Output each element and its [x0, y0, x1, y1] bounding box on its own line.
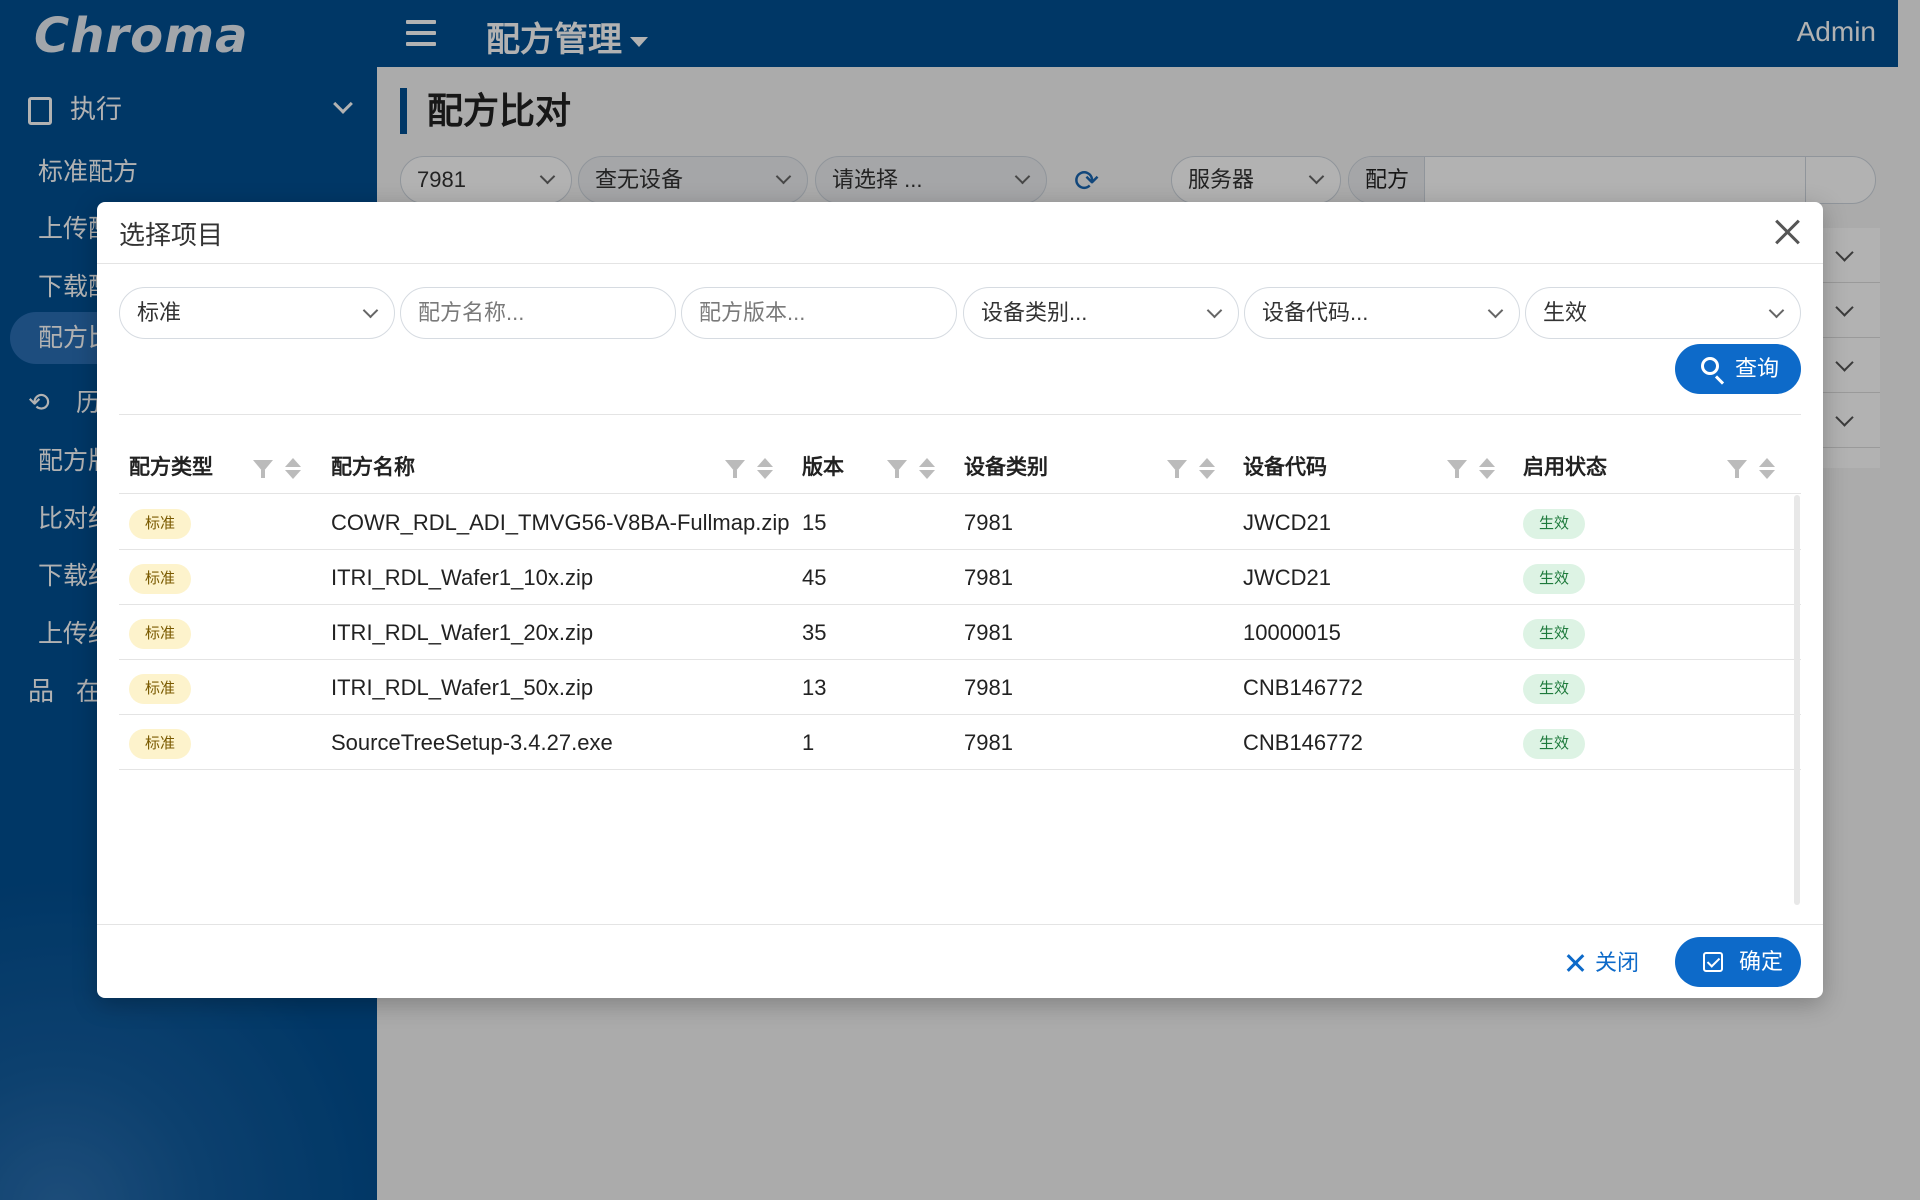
code-cell: CNB146772: [1243, 730, 1363, 755]
column-header-type[interactable]: 配方类型: [129, 442, 213, 494]
version-cell: 1: [802, 730, 815, 755]
filter-sort-icons[interactable]: [1727, 458, 1775, 480]
type-badge: 标准: [129, 619, 192, 650]
category-cell: 7981: [964, 510, 1013, 535]
code-cell: JWCD21: [1243, 510, 1332, 535]
table-row[interactable]: 标准 COWR_RDL_ADI_TMVG56-V8BA-Fullmap.zip …: [119, 495, 1801, 550]
type-badge: 标准: [129, 564, 192, 595]
confirm-button[interactable]: 确定: [1675, 937, 1801, 987]
status-badge: 生效: [1523, 619, 1586, 650]
filter-icon: [1167, 460, 1187, 478]
table-header: 配方类型 配方名称 版本 设备类别 设备代码 启用状态: [119, 442, 1801, 494]
select-value: 设备类别...: [981, 300, 1088, 325]
chevron-down-icon: [1487, 302, 1504, 319]
dialog-footer: 关闭 确定: [97, 924, 1823, 998]
version-cell: 45: [802, 565, 827, 590]
column-header-version[interactable]: 版本: [802, 442, 844, 494]
type-badge: 标准: [129, 509, 192, 540]
category-cell: 7981: [964, 620, 1013, 645]
filter-sort-icons[interactable]: [725, 458, 773, 480]
filter-sort-icons[interactable]: [887, 458, 935, 480]
filter-icon: [253, 460, 273, 478]
recipe-name-cell: SourceTreeSetup-3.4.27.exe: [331, 730, 613, 755]
category-cell: 7981: [964, 565, 1013, 590]
category-cell: 7981: [964, 675, 1013, 700]
divider: [119, 414, 1801, 415]
checkbox-icon: [1703, 952, 1723, 972]
close-button[interactable]: 关闭: [1559, 943, 1669, 983]
table-scrollbar[interactable]: [1794, 495, 1800, 905]
chevron-down-icon: [1768, 302, 1785, 319]
column-header-category[interactable]: 设备类别: [964, 442, 1048, 494]
version-cell: 35: [802, 620, 827, 645]
recipe-name-cell: ITRI_RDL_Wafer1_20x.zip: [331, 620, 594, 645]
filter-sort-icons[interactable]: [1167, 458, 1215, 480]
status-badge: 生效: [1523, 564, 1586, 595]
version-cell: 13: [802, 675, 827, 700]
filter-icon: [887, 460, 907, 478]
close-icon[interactable]: [1771, 216, 1803, 248]
type-badge: 标准: [129, 674, 192, 705]
status-badge: 生效: [1523, 674, 1586, 705]
status-badge: 生效: [1523, 729, 1586, 760]
filter-icon: [1727, 460, 1747, 478]
filter-icon: [1447, 460, 1467, 478]
recipe-name-input[interactable]: 配方名称...: [400, 287, 676, 339]
table-row[interactable]: 标准 ITRI_RDL_Wafer1_50x.zip 13 7981 CNB14…: [119, 660, 1801, 715]
version-cell: 15: [802, 510, 827, 535]
query-button[interactable]: 查询: [1675, 344, 1801, 394]
type-badge: 标准: [129, 729, 192, 760]
code-cell: CNB146772: [1243, 675, 1363, 700]
table-row[interactable]: 标准 ITRI_RDL_Wafer1_20x.zip 35 7981 10000…: [119, 605, 1801, 660]
recipe-name-cell: COWR_RDL_ADI_TMVG56-V8BA-Fullmap.zip: [331, 510, 790, 535]
recipe-name-cell: ITRI_RDL_Wafer1_50x.zip: [331, 675, 594, 700]
recipe-name-cell: ITRI_RDL_Wafer1_10x.zip: [331, 565, 594, 590]
select-value: 设备代码...: [1262, 300, 1369, 325]
device-code-select[interactable]: 设备代码...: [1244, 287, 1520, 339]
column-header-name[interactable]: 配方名称: [331, 442, 415, 494]
filter-icon: [725, 460, 745, 478]
recipe-version-input[interactable]: 配方版本...: [681, 287, 957, 339]
dialog-header: 选择项目: [97, 202, 1823, 264]
status-select[interactable]: 生效: [1525, 287, 1801, 339]
code-cell: 10000015: [1243, 620, 1341, 645]
code-cell: JWCD21: [1243, 565, 1332, 590]
chevron-down-icon: [1206, 302, 1223, 319]
status-badge: 生效: [1523, 509, 1586, 540]
query-label: 查询: [1735, 356, 1780, 381]
recipe-type-select[interactable]: 标准: [119, 287, 395, 339]
column-header-status[interactable]: 启用状态: [1523, 442, 1607, 494]
dialog-title: 选择项目: [119, 220, 224, 250]
close-icon: [1565, 952, 1587, 974]
select-value: 标准: [137, 300, 182, 325]
select-value: 生效: [1543, 300, 1588, 325]
chevron-down-icon: [362, 302, 379, 319]
filter-sort-icons[interactable]: [253, 458, 301, 480]
filter-sort-icons[interactable]: [1447, 458, 1495, 480]
select-item-dialog: 选择项目 标准 配方名称... 配方版本... 设备类别... 设备代码... …: [97, 202, 1823, 998]
table-row[interactable]: 标准 ITRI_RDL_Wafer1_10x.zip 45 7981 JWCD2…: [119, 550, 1801, 605]
close-label: 关闭: [1595, 950, 1640, 975]
device-category-select[interactable]: 设备类别...: [963, 287, 1239, 339]
confirm-label: 确定: [1739, 949, 1784, 974]
category-cell: 7981: [964, 730, 1013, 755]
column-header-code[interactable]: 设备代码: [1243, 442, 1327, 494]
table-row[interactable]: 标准 SourceTreeSetup-3.4.27.exe 1 7981 CNB…: [119, 715, 1801, 770]
search-icon: [1701, 357, 1719, 375]
table-body: 标准 COWR_RDL_ADI_TMVG56-V8BA-Fullmap.zip …: [119, 495, 1801, 770]
